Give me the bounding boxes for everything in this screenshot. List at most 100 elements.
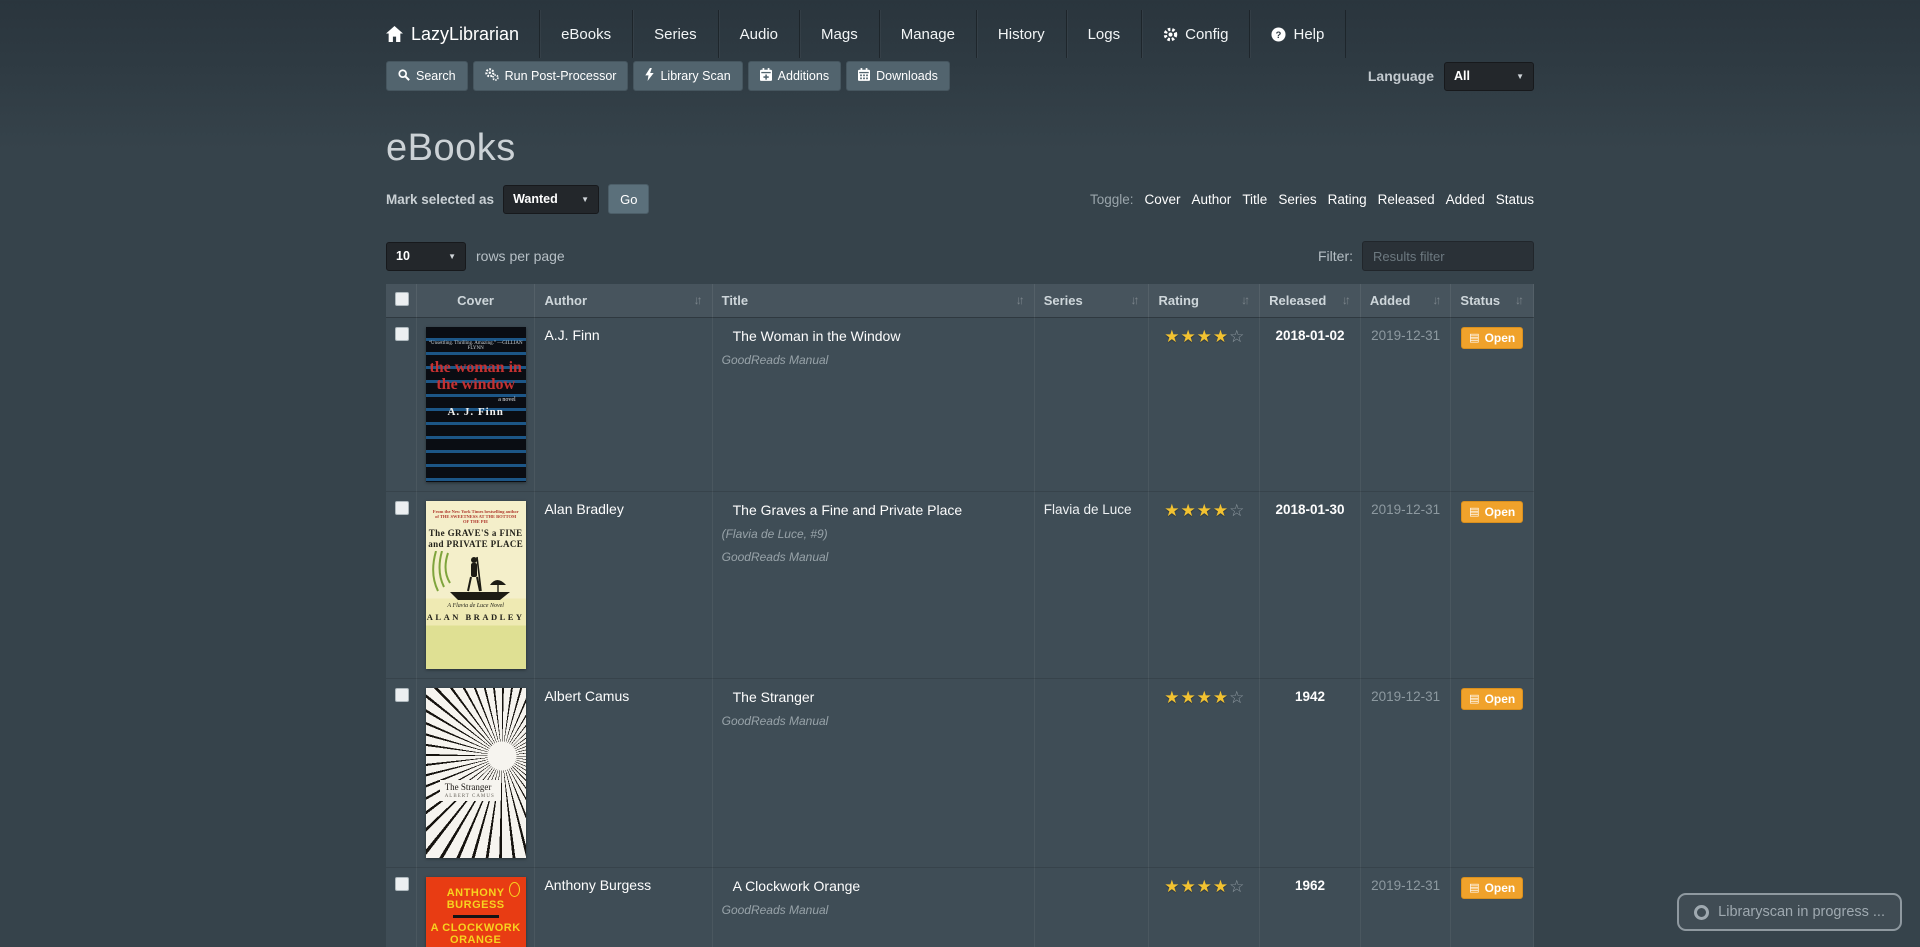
cover-quote: “Unsettling. Thrilling. Amazing.” —GILLI… xyxy=(426,341,526,351)
column-header-added[interactable]: Added↓↑ xyxy=(1360,284,1451,317)
series-label: Flavia de Luce xyxy=(1044,502,1132,517)
book-cover[interactable]: The Stranger ALBERT CAMUS xyxy=(426,688,526,858)
libraryscan-toast: Libraryscan in progress ... xyxy=(1677,893,1902,931)
title-link[interactable]: A Clockwork Orange xyxy=(733,878,861,894)
select-all-header[interactable] xyxy=(386,284,416,317)
svg-text:?: ? xyxy=(1276,29,1282,39)
sort-icon: ↓↑ xyxy=(1432,293,1441,307)
rating-stars: ★★★★☆ xyxy=(1149,491,1260,678)
rows-per-page-select[interactable]: 10 ▼ xyxy=(386,242,466,271)
cover-author: A. J. Finn xyxy=(426,406,526,418)
book-icon: ▤ xyxy=(1469,881,1479,894)
toggle-label: Toggle: xyxy=(1090,192,1134,207)
author-link[interactable]: A.J. Finn xyxy=(544,327,599,343)
select-all-checkbox[interactable] xyxy=(395,292,409,306)
toggle-author[interactable]: Author xyxy=(1192,192,1232,207)
title-link[interactable]: The Woman in the Window xyxy=(733,328,901,344)
title-link[interactable]: The Graves a Fine and Private Place xyxy=(733,502,963,518)
sort-icon: ↓↑ xyxy=(694,293,703,307)
run-post-processor-button[interactable]: Run Post-Processor xyxy=(473,61,629,91)
cover-title: A CLOCKWORK ORANGE xyxy=(426,922,526,946)
nav-item-help[interactable]: ? Help xyxy=(1249,10,1346,58)
author-link[interactable]: Anthony Burgess xyxy=(544,877,651,893)
title-link[interactable]: The Stranger xyxy=(733,689,815,705)
toggle-title[interactable]: Title xyxy=(1242,192,1267,207)
toolbar: Search Run Post-Processor Library Scan A… xyxy=(386,61,1534,91)
library-scan-button[interactable]: Library Scan xyxy=(633,61,742,91)
nav-item-ebooks[interactable]: eBooks xyxy=(539,10,632,58)
table-row: From the New York Times bestselling auth… xyxy=(386,491,1534,678)
go-button[interactable]: Go xyxy=(608,184,649,214)
table-row: ANTHONY BURGESS A CLOCKWORK ORANGE Antho… xyxy=(386,867,1534,947)
toggle-rating[interactable]: Rating xyxy=(1328,192,1367,207)
column-header-title[interactable]: Title↓↑ xyxy=(712,284,1034,317)
source-label: GoodReads Manual xyxy=(722,714,1025,728)
toast-message: Libraryscan in progress ... xyxy=(1718,904,1885,920)
open-button[interactable]: ▤Open xyxy=(1461,877,1523,899)
nav-item-logs[interactable]: Logs xyxy=(1066,10,1142,58)
cover-subtitle: a novel xyxy=(426,397,526,403)
table-row: “Unsettling. Thrilling. Amazing.” —GILLI… xyxy=(386,317,1534,491)
downloads-button[interactable]: Downloads xyxy=(846,61,950,91)
book-cover[interactable]: “Unsettling. Thrilling. Amazing.” —GILLI… xyxy=(426,327,526,482)
toggle-added[interactable]: Added xyxy=(1446,192,1485,207)
toggle-series[interactable]: Series xyxy=(1278,192,1316,207)
page-title: eBooks xyxy=(386,127,1534,170)
added-date: 2019-12-31 xyxy=(1371,502,1440,517)
author-link[interactable]: Alan Bradley xyxy=(544,501,623,517)
column-header-author[interactable]: Author↓↑ xyxy=(535,284,712,317)
column-toggle-group: Toggle: Cover Author Title Series Rating… xyxy=(1090,192,1534,207)
toggle-released[interactable]: Released xyxy=(1378,192,1435,207)
column-header-rating[interactable]: Rating↓↑ xyxy=(1149,284,1260,317)
gear-icon xyxy=(1163,27,1178,42)
released-date: 2018-01-30 xyxy=(1275,502,1344,517)
row-checkbox[interactable] xyxy=(395,327,409,341)
table-row: The Stranger ALBERT CAMUS Albert Camus T… xyxy=(386,678,1534,867)
mark-selected-label: Mark selected as xyxy=(386,192,494,207)
nav-item-manage[interactable]: Manage xyxy=(879,10,976,58)
sort-icon: ↓↑ xyxy=(1016,293,1025,307)
sort-icon: ↓↑ xyxy=(1342,293,1351,307)
row-checkbox[interactable] xyxy=(395,501,409,515)
column-header-status[interactable]: Status↓↑ xyxy=(1451,284,1534,317)
toggle-cover[interactable]: Cover xyxy=(1145,192,1181,207)
rows-per-page-label: rows per page xyxy=(476,248,565,264)
nav-item-history[interactable]: History xyxy=(976,10,1066,58)
language-select[interactable]: All ▼ xyxy=(1444,62,1534,91)
open-button[interactable]: ▤Open xyxy=(1461,688,1523,710)
row-checkbox[interactable] xyxy=(395,877,409,891)
row-checkbox[interactable] xyxy=(395,688,409,702)
source-label: GoodReads Manual xyxy=(722,353,1025,367)
language-label: Language xyxy=(1368,68,1434,84)
gears-icon xyxy=(485,68,499,84)
spinner-icon xyxy=(1694,905,1709,920)
additions-button[interactable]: Additions xyxy=(748,61,841,91)
results-filter-input[interactable] xyxy=(1362,241,1534,271)
book-icon: ▤ xyxy=(1469,692,1479,705)
nav-item-config[interactable]: Config xyxy=(1141,10,1249,58)
column-header-series[interactable]: Series↓↑ xyxy=(1034,284,1149,317)
brand-label: LazyLibrarian xyxy=(411,24,519,45)
mark-selected-select[interactable]: Wanted ▼ xyxy=(503,185,599,214)
open-button[interactable]: ▤Open xyxy=(1461,501,1523,523)
nav-item-mags[interactable]: Mags xyxy=(799,10,879,58)
open-button[interactable]: ▤Open xyxy=(1461,327,1523,349)
lightning-icon xyxy=(645,68,654,84)
search-button[interactable]: Search xyxy=(386,61,468,91)
book-icon: ▤ xyxy=(1469,331,1479,344)
cover-title: The GRAVE'S a FINE and PRIVATE PLACE xyxy=(426,528,526,550)
cover-title: The Stranger xyxy=(445,782,495,792)
home-icon xyxy=(386,26,403,42)
calendar-plus-icon xyxy=(760,68,772,84)
column-header-released[interactable]: Released↓↑ xyxy=(1260,284,1361,317)
cover-author: ALBERT CAMUS xyxy=(445,794,495,799)
released-date: 1962 xyxy=(1295,878,1325,893)
chevron-down-icon: ▼ xyxy=(581,195,589,204)
brand-home-link[interactable]: LazyLibrarian xyxy=(386,10,539,58)
book-cover[interactable]: From the New York Times bestselling auth… xyxy=(426,501,526,669)
nav-item-audio[interactable]: Audio xyxy=(718,10,799,58)
nav-item-series[interactable]: Series xyxy=(632,10,718,58)
toggle-status[interactable]: Status xyxy=(1496,192,1534,207)
book-cover[interactable]: ANTHONY BURGESS A CLOCKWORK ORANGE xyxy=(426,877,526,947)
author-link[interactable]: Albert Camus xyxy=(544,688,629,704)
